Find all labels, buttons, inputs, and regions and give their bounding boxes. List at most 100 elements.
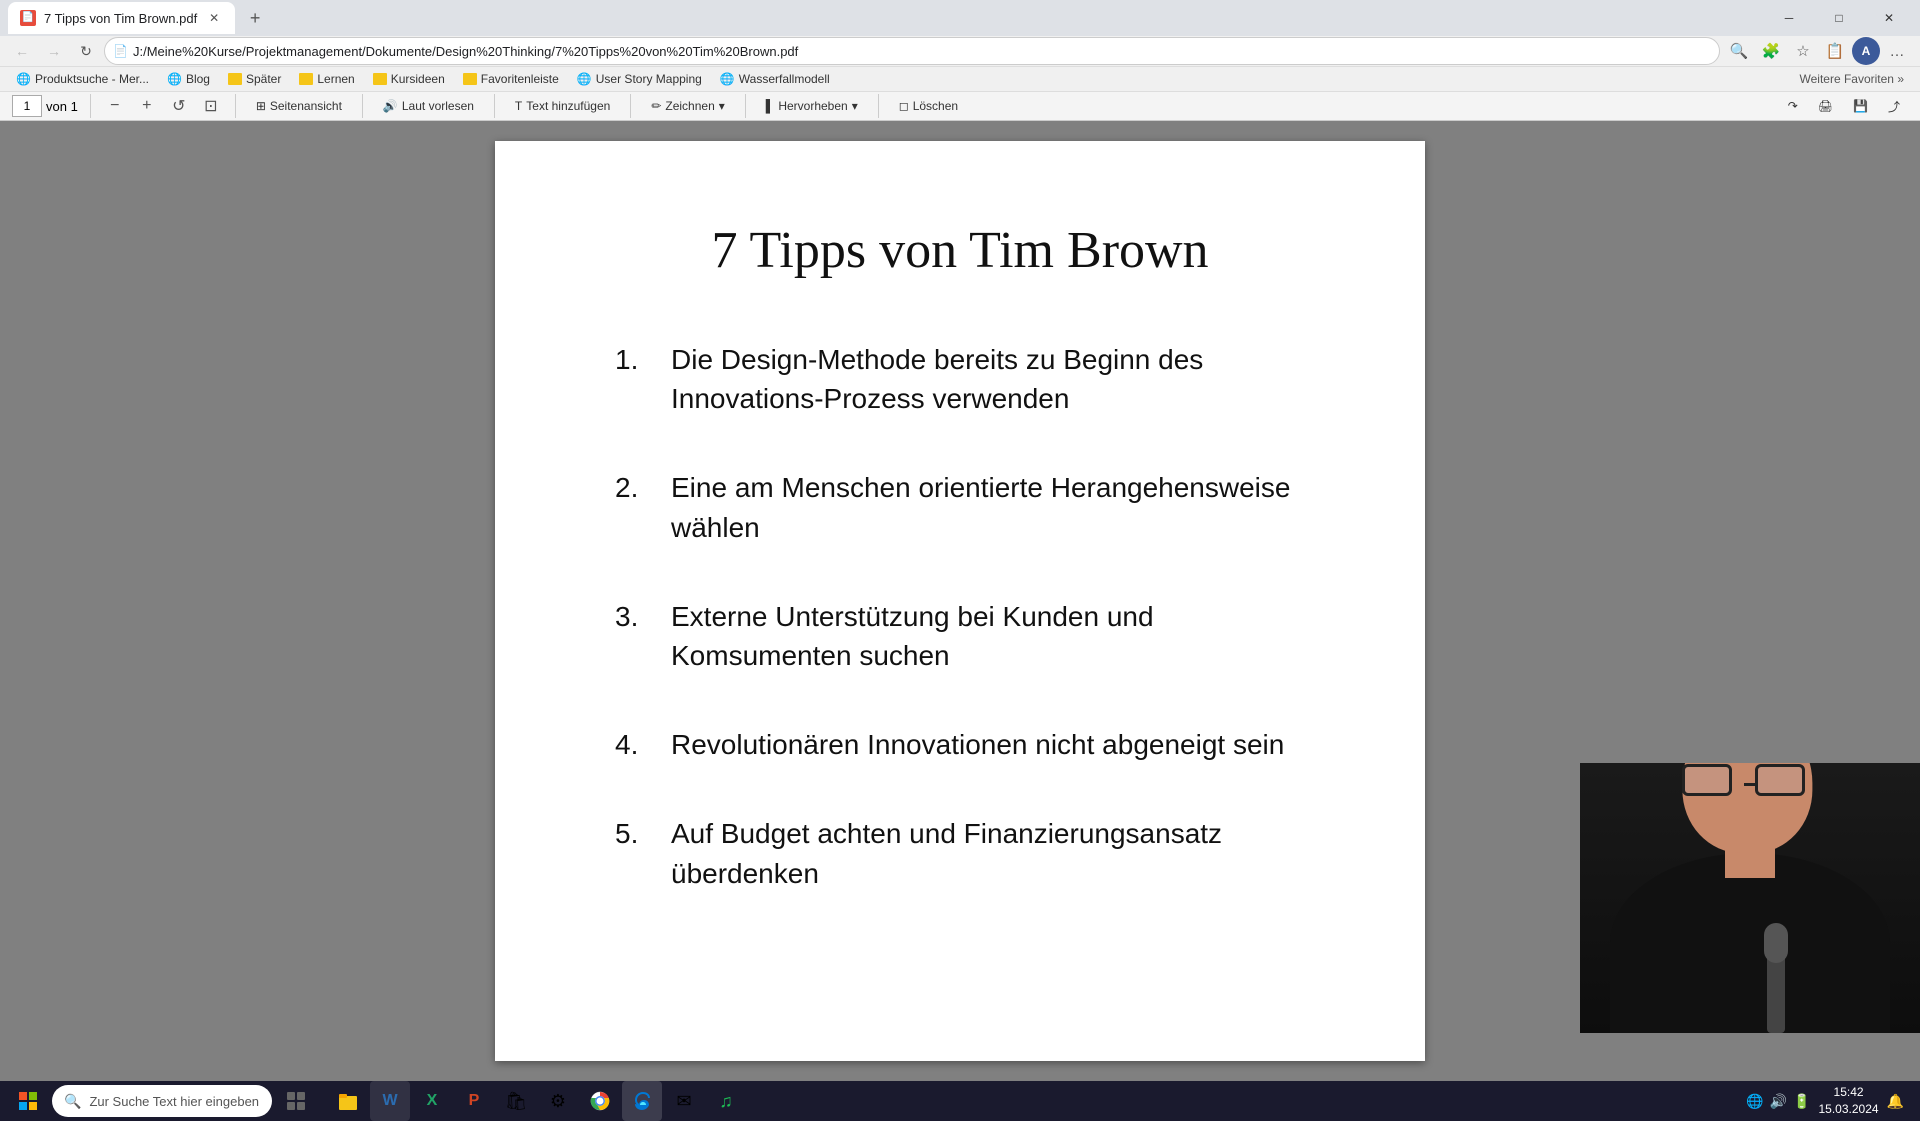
- read-aloud-label: Laut vorlesen: [402, 99, 474, 113]
- navigation-bar: ← → ↻ 📄 J:/Meine%20Kurse/Projektmanageme…: [0, 36, 1920, 67]
- fit-page-button[interactable]: ⊡: [199, 94, 223, 118]
- taskbar-search-box[interactable]: 🔍 Zur Suche Text hier eingeben: [52, 1085, 272, 1117]
- zoom-icon[interactable]: 🔍: [1724, 36, 1754, 66]
- save-button[interactable]: 💾: [1845, 92, 1876, 120]
- store-icon: 🛍: [505, 1091, 528, 1112]
- toolbar-divider: [90, 94, 91, 118]
- read-aloud-icon: 🔊: [383, 99, 398, 113]
- toolbar-divider: [630, 94, 631, 118]
- taskbar-app-explorer[interactable]: [328, 1081, 368, 1121]
- bookmark-blog[interactable]: 🌐 Blog: [159, 67, 218, 91]
- toolbar-divider: [878, 94, 879, 118]
- glasses-bridge: [1744, 783, 1756, 786]
- title-bar: 📄 7 Tipps von Tim Brown.pdf ✕ + ─ □ ✕: [0, 0, 1920, 36]
- bookmark-label: Blog: [186, 72, 210, 86]
- add-text-button[interactable]: T Text hinzufügen: [507, 92, 618, 120]
- taskbar-app-powerpoint[interactable]: P: [454, 1081, 494, 1121]
- taskbar-app-excel[interactable]: X: [412, 1081, 452, 1121]
- read-aloud-button[interactable]: 🔊 Laut vorlesen: [375, 92, 482, 120]
- taskbar-app-word[interactable]: W: [370, 1081, 410, 1121]
- list-item: 3. Externe Unterstützung bei Kunden und …: [615, 597, 1305, 675]
- bookmark-icon: 🌐: [577, 72, 592, 86]
- bookmark-wasserfallmodell[interactable]: 🌐 Wasserfallmodell: [712, 67, 838, 91]
- chrome-icon: [590, 1091, 610, 1111]
- taskbar-apps: W X P 🛍 ⚙: [328, 1081, 746, 1121]
- bookmark-kursideen[interactable]: Kursideen: [365, 67, 453, 91]
- bookmark-icon: 🌐: [167, 72, 182, 86]
- browser-frame: 📄 7 Tipps von Tim Brown.pdf ✕ + ─ □ ✕ ← …: [0, 0, 1920, 1080]
- list-number: 3.: [615, 597, 655, 675]
- print-button[interactable]: 🖨: [1810, 92, 1841, 120]
- erase-button[interactable]: ◻ Löschen: [891, 92, 966, 120]
- list-text: Eine am Menschen orientierte Herangehens…: [671, 468, 1305, 546]
- bookmark-produktsuche[interactable]: 🌐 Produktsuche - Mer...: [8, 67, 157, 91]
- microphone-stand: [1767, 953, 1785, 1033]
- taskbar-date-display: 15.03.2024: [1819, 1101, 1879, 1118]
- taskbar: 🔍 Zur Suche Text hier eingeben W: [0, 1081, 1920, 1121]
- minimize-button[interactable]: ─: [1766, 0, 1812, 36]
- list-number: 2.: [615, 468, 655, 546]
- bookmark-icon: 🌐: [16, 72, 31, 86]
- network-icon[interactable]: 🌐: [1746, 1093, 1763, 1110]
- highlight-dropdown-icon: ▾: [852, 99, 858, 113]
- list-number: 5.: [615, 814, 655, 892]
- back-button[interactable]: ←: [8, 37, 36, 65]
- extensions-icon[interactable]: 🧩: [1756, 36, 1786, 66]
- volume-icon[interactable]: 🔊: [1770, 1093, 1787, 1110]
- erase-icon: ◻: [899, 99, 909, 113]
- highlight-button[interactable]: ▌ Hervorheben ▾: [758, 92, 866, 120]
- list-text: Die Design-Methode bereits zu Beginn des…: [671, 340, 1305, 418]
- maximize-button[interactable]: □: [1816, 0, 1862, 36]
- taskbar-app-settings[interactable]: ⚙: [538, 1081, 578, 1121]
- system-tray: 🌐 🔊 🔋: [1746, 1093, 1810, 1110]
- person-body: [1610, 853, 1890, 1033]
- add-text-icon: T: [515, 99, 522, 113]
- highlight-label: Hervorheben: [778, 99, 847, 113]
- taskbar-app-spotify[interactable]: ♫: [706, 1081, 746, 1121]
- folder-icon: [373, 73, 387, 85]
- lock-icon: 📄: [113, 44, 128, 58]
- taskbar-app-mail[interactable]: ✉: [664, 1081, 704, 1121]
- task-view-button[interactable]: [276, 1081, 316, 1121]
- add-text-label: Text hinzufügen: [526, 99, 610, 113]
- taskbar-app-store[interactable]: 🛍: [496, 1081, 536, 1121]
- notification-icon[interactable]: 🔔: [1887, 1093, 1904, 1110]
- browser-tab[interactable]: 📄 7 Tipps von Tim Brown.pdf ✕: [8, 2, 235, 34]
- bookmark-favoritenleiste[interactable]: Favoritenleiste: [455, 67, 567, 91]
- favorites-icon[interactable]: ☆: [1788, 36, 1818, 66]
- share-button[interactable]: ⤴: [1880, 92, 1908, 120]
- refresh-button[interactable]: ↻: [72, 37, 100, 65]
- bookmark-label: User Story Mapping: [596, 72, 702, 86]
- address-bar[interactable]: 📄 J:/Meine%20Kurse/Projektmanagement/Dok…: [104, 37, 1720, 65]
- collections-icon[interactable]: 📋: [1820, 36, 1850, 66]
- bookmark-user-story-mapping[interactable]: 🌐 User Story Mapping: [569, 67, 710, 91]
- tab-close-button[interactable]: ✕: [205, 9, 223, 27]
- taskbar-app-chrome[interactable]: [580, 1081, 620, 1121]
- zoom-out-button[interactable]: −: [103, 94, 127, 118]
- profile-button[interactable]: A: [1852, 37, 1880, 65]
- taskbar-app-edge[interactable]: [622, 1081, 662, 1121]
- pdf-title: 7 Tipps von Tim Brown: [615, 221, 1305, 280]
- page-view-button[interactable]: ⊞ Seitenansicht: [248, 92, 350, 120]
- taskbar-clock[interactable]: 15:42 15.03.2024: [1819, 1084, 1879, 1118]
- bookmarks-more-button[interactable]: Weitere Favoriten »: [1792, 72, 1913, 86]
- microphone-head: [1764, 923, 1788, 963]
- nav-right-icons: 🔍 🧩 ☆ 📋 A …: [1724, 36, 1912, 66]
- close-button[interactable]: ✕: [1866, 0, 1912, 36]
- forward-button[interactable]: →: [40, 37, 68, 65]
- bookmark-label: Lernen: [317, 72, 354, 86]
- bookmark-spaeter[interactable]: Später: [220, 67, 289, 91]
- settings-icon[interactable]: …: [1882, 36, 1912, 66]
- pdf-page-input[interactable]: [12, 95, 42, 117]
- zoom-reset-button[interactable]: ↺: [167, 94, 191, 118]
- start-button[interactable]: [8, 1081, 48, 1121]
- rotate-button[interactable]: ↷: [1780, 92, 1806, 120]
- draw-button[interactable]: ✏ Zeichnen ▾: [643, 92, 732, 120]
- powerpoint-icon: P: [469, 1092, 480, 1110]
- bookmark-lernen[interactable]: Lernen: [291, 67, 362, 91]
- zoom-in-button[interactable]: +: [135, 94, 159, 118]
- battery-icon[interactable]: 🔋: [1793, 1093, 1810, 1110]
- webcam-overlay: [1580, 763, 1920, 1033]
- new-tab-button[interactable]: +: [241, 4, 269, 32]
- tab-title: 7 Tipps von Tim Brown.pdf: [44, 11, 197, 26]
